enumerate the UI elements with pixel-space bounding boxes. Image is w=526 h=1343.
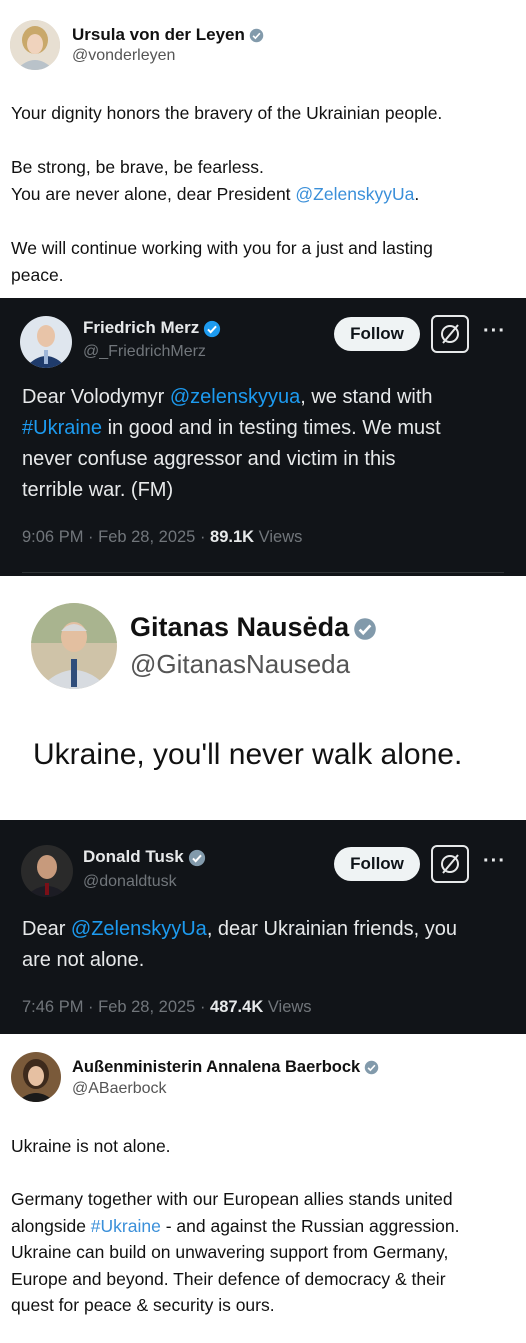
author-name[interactable]: Gitanas Nausėda (130, 612, 377, 643)
verified-badge-icon (249, 28, 264, 43)
grok-button[interactable] (431, 315, 469, 353)
follow-button[interactable]: Follow (334, 847, 420, 881)
text-segment: We will continue working with you for a … (11, 238, 433, 258)
author-handle[interactable]: @vonderleyen (72, 47, 175, 65)
post-text-line: alongside #Ukraine - and against the Rus… (11, 1213, 460, 1240)
post-text-line: Dear @ZelenskyyUa, dear Ukrainian friend… (22, 914, 457, 945)
avatar[interactable] (21, 845, 73, 897)
verified-badge-icon (364, 1060, 379, 1075)
post-text-line: terrible war. (FM) (22, 475, 441, 506)
post-text-line: are not alone. (22, 945, 457, 976)
views-label: Views (263, 998, 312, 1016)
author-name[interactable]: Donald Tusk (83, 847, 206, 867)
post-text-line: Ukraine can build on unwavering support … (11, 1239, 460, 1266)
grok-button[interactable] (431, 845, 469, 883)
avatar[interactable] (20, 316, 72, 368)
post-text-line: You are never alone, dear President @Zel… (11, 181, 442, 208)
post-nauseda: Gitanas Nausėda @GitanasNauseda Ukraine,… (0, 576, 526, 820)
post-text: Dear Volodymyr @zelenskyyua, we stand wi… (22, 382, 441, 506)
text-segment: quest for peace & security is ours. (11, 1295, 275, 1315)
post-text-line: Germany together with our European allie… (11, 1186, 460, 1213)
text-segment: Your dignity honors the bravery of the U… (11, 103, 443, 123)
post-text: Ukraine is not alone. Germany together w… (11, 1133, 460, 1319)
post-text: Ukraine, you'll never walk alone. (33, 738, 463, 771)
author-handle[interactable]: @ABaerbock (72, 1080, 167, 1098)
hashtag-link[interactable]: #Ukraine (91, 1216, 161, 1236)
post-text-line: never confuse aggressor and victim in th… (22, 444, 441, 475)
post-meta: 9:06 PM · Feb 28, 2025 · 89.1K Views (22, 528, 302, 547)
author-name[interactable]: Friedrich Merz (83, 318, 221, 338)
text-segment: peace. (11, 265, 64, 285)
post-text-line (11, 127, 442, 154)
more-dots-icon[interactable]: ··· (483, 850, 506, 873)
text-segment: - and against the Russian aggression. (160, 1215, 460, 1236)
post-baerbock: Außenministerin Annalena Baerbock @ABaer… (0, 1034, 526, 1343)
text-segment: Ukraine can build on unwavering support … (11, 1242, 449, 1262)
post-text: Your dignity honors the bravery of the U… (11, 100, 442, 289)
author-handle[interactable]: @GitanasNauseda (130, 649, 350, 680)
timestamp[interactable]: 7:46 PM · Feb 28, 2025 · (22, 998, 210, 1016)
grok-icon (441, 324, 459, 344)
text-segment: , we stand with (300, 386, 433, 408)
post-text-line: Europe and beyond. Their defence of demo… (11, 1266, 460, 1293)
post-text-line: We will continue working with you for a … (11, 235, 442, 262)
grok-icon (441, 854, 459, 874)
hashtag-link[interactable]: #Ukraine (22, 417, 102, 439)
text-segment: Ukraine is not alone. (11, 1136, 171, 1156)
author-name[interactable]: Außenministerin Annalena Baerbock (72, 1058, 379, 1077)
avatar[interactable] (31, 603, 117, 689)
post-text: Dear @ZelenskyyUa, dear Ukrainian friend… (22, 914, 457, 976)
avatar[interactable] (11, 1052, 61, 1102)
post-text-line: Your dignity honors the bravery of the U… (11, 100, 442, 127)
mention-link[interactable]: @ZelenskyyUa (295, 184, 414, 204)
text-segment: Dear (22, 918, 71, 940)
author-handle[interactable]: @_FriedrichMerz (83, 343, 206, 361)
post-tusk: Donald Tusk @donaldtusk Follow ··· Dear … (0, 820, 526, 1034)
post-text-line (11, 1160, 460, 1187)
post-text-line: #Ukraine in good and in testing times. W… (22, 413, 441, 444)
text-segment: alongside (11, 1215, 91, 1236)
more-dots-icon[interactable]: ··· (483, 320, 506, 343)
text-segment: terrible war. (FM) (22, 479, 174, 501)
post-text-line: Be strong, be brave, be fearless. (11, 154, 442, 181)
post-text-line (11, 208, 442, 235)
mention-link[interactable]: @zelenskyyua (170, 386, 300, 408)
views-count: 487.4K (210, 998, 264, 1016)
post-text-line: Dear Volodymyr @zelenskyyua, we stand wi… (22, 382, 441, 413)
views-label: Views (254, 528, 303, 546)
views-count: 89.1K (210, 528, 255, 546)
post-merz: Friedrich Merz @_FriedrichMerz Follow ··… (0, 298, 526, 576)
follow-button[interactable]: Follow (334, 317, 420, 351)
timestamp[interactable]: 9:06 PM · Feb 28, 2025 · (22, 528, 210, 546)
verified-badge-icon (204, 320, 221, 337)
post-ursula: Ursula von der Leyen @vonderleyen Your d… (0, 0, 526, 298)
text-segment: Europe and beyond. Their defence of demo… (11, 1268, 446, 1289)
post-text-line: Ukraine is not alone. (11, 1133, 460, 1160)
author-name[interactable]: Ursula von der Leyen (72, 25, 264, 45)
mention-link[interactable]: @ZelenskyyUa (71, 918, 207, 940)
text-segment: , dear Ukrainian friends, you (206, 918, 457, 940)
verified-badge-icon (354, 618, 376, 640)
text-segment: You are never alone, dear President (11, 184, 296, 204)
text-segment: in good and in testing times. We must (102, 417, 441, 439)
post-text-line: quest for peace & security is ours. (11, 1292, 460, 1319)
verified-badge-icon (188, 849, 205, 866)
post-text-line: peace. (11, 262, 442, 289)
post-meta: 7:46 PM · Feb 28, 2025 · 487.4K Views (22, 998, 312, 1017)
text-segment: Dear Volodymyr (22, 386, 170, 408)
avatar[interactable] (10, 20, 60, 70)
text-segment: . (414, 184, 420, 204)
text-segment: Germany together with our European allie… (11, 1189, 453, 1209)
text-segment: never confuse aggressor and victim in th… (22, 448, 396, 470)
divider (22, 572, 504, 573)
author-handle[interactable]: @donaldtusk (83, 873, 177, 891)
text-segment: Be strong, be brave, be fearless. (11, 157, 264, 177)
text-segment: are not alone. (22, 949, 145, 971)
